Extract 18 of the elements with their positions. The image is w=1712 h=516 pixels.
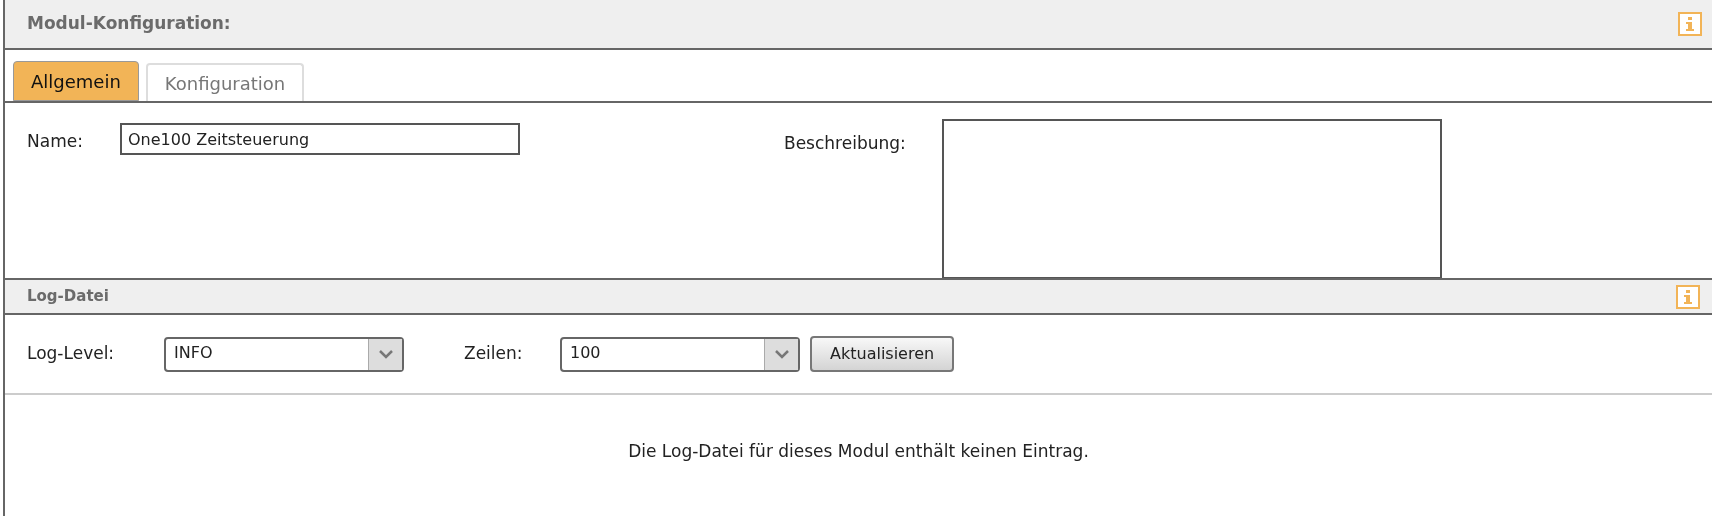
log-level-label: Log-Level: bbox=[27, 342, 116, 366]
name-label: Name: bbox=[27, 130, 84, 153]
empty-log-message: Die Log-Datei für dieses Modul enthält keinen Eintrag. bbox=[628, 440, 1089, 463]
log-level-select[interactable]: INFO bbox=[164, 336, 404, 372]
tab[interactable]: Konfiguration bbox=[145, 63, 305, 101]
description-label: Beschreibung: bbox=[783, 132, 907, 155]
panel-title: Modul-Konfiguration: bbox=[27, 12, 231, 36]
refresh-button[interactable]: Aktualisieren bbox=[810, 336, 955, 372]
lines-label: Zeilen: bbox=[464, 342, 524, 366]
lines-select[interactable]: 100 bbox=[560, 336, 800, 372]
info-icon[interactable] bbox=[1676, 284, 1700, 309]
tab[interactable]: Allgemein bbox=[13, 61, 139, 101]
name-field[interactable]: One100 Zeitsteuerung bbox=[120, 123, 520, 155]
info-icon[interactable] bbox=[1678, 12, 1702, 36]
chevron-down-icon bbox=[377, 349, 394, 359]
section-title: Log-Datei bbox=[27, 286, 109, 308]
chevron-down-icon bbox=[773, 349, 790, 359]
description-field[interactable] bbox=[942, 119, 1442, 279]
